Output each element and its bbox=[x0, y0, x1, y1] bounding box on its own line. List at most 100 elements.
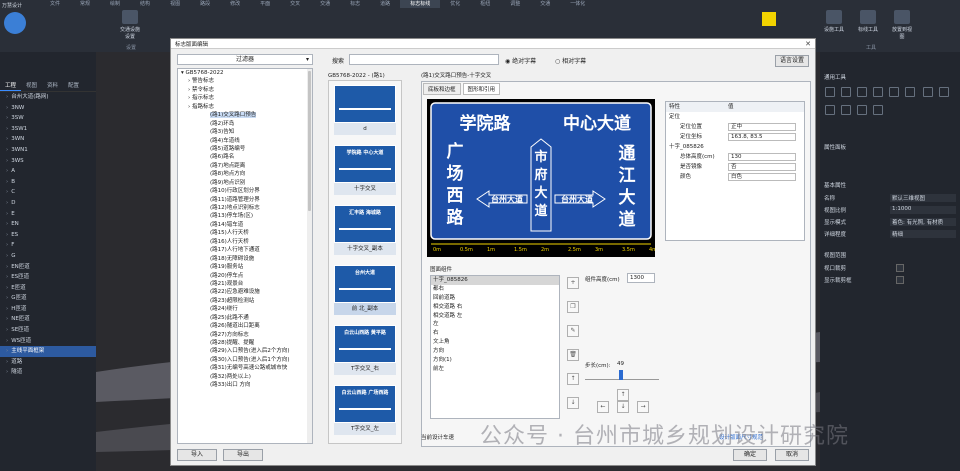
ribbon-tab[interactable]: 标志 bbox=[340, 0, 370, 8]
sign-template-thumb[interactable]: 白云山西路 黄平路 T字交叉_右 bbox=[334, 325, 396, 375]
ribbon-tab[interactable]: 视图 bbox=[160, 0, 190, 8]
chevron-right-icon[interactable]: › bbox=[6, 168, 8, 174]
component-item[interactable]: 相交道路 左 bbox=[431, 312, 559, 321]
nudge-down-icon[interactable]: ↓ bbox=[617, 401, 629, 413]
project-tree-item[interactable]: › D bbox=[0, 198, 96, 209]
project-tree-item[interactable]: › 台州大道(路网) bbox=[0, 92, 96, 103]
chevron-right-icon[interactable]: › bbox=[6, 200, 8, 206]
project-tree-item[interactable]: › 隧道 bbox=[0, 367, 96, 378]
scale-tool-icon[interactable] bbox=[905, 87, 915, 97]
mirror-tool-icon[interactable] bbox=[873, 87, 883, 97]
standard-tree-item[interactable]: › 指路标志 bbox=[178, 103, 312, 111]
project-tree-item[interactable]: › A bbox=[0, 166, 96, 177]
component-item[interactable]: 回前道路 bbox=[431, 294, 559, 303]
chevron-right-icon[interactable]: › bbox=[6, 338, 8, 344]
standard-tree-item[interactable]: (路2)环岛 bbox=[178, 120, 312, 128]
standard-tree-item[interactable]: (路26)隧道出口距离 bbox=[178, 322, 312, 330]
standard-tree-item[interactable]: (路30)入口预告(进入后1个方向) bbox=[178, 356, 312, 364]
project-tree-item[interactable]: › EN bbox=[0, 219, 96, 230]
comp-height-input[interactable]: 1300 bbox=[627, 273, 655, 283]
project-tree-item[interactable]: › WS匝道 bbox=[0, 336, 96, 347]
traffic-settings-button[interactable]: 交通设施设置 bbox=[118, 10, 142, 40]
standard-tree-item[interactable]: (路1)交叉路口预告 bbox=[178, 111, 312, 119]
ribbon-tab[interactable]: 交通 bbox=[530, 0, 560, 8]
nudge-right-icon[interactable]: → bbox=[637, 401, 649, 413]
chevron-right-icon[interactable]: › bbox=[6, 359, 8, 365]
project-tree-item[interactable]: › 3SW bbox=[0, 113, 96, 124]
radio-relative[interactable]: ○ 相对字幕 bbox=[555, 56, 586, 65]
ribbon-tab[interactable]: 绘制 bbox=[100, 0, 130, 8]
standard-tree-item[interactable]: (路27)方向标志 bbox=[178, 331, 312, 339]
sign-preview[interactable]: 学院路 中心大道 广场西路 市府大道 通江大道 台州大道 台州大道 0m 0.5m… bbox=[427, 99, 655, 257]
ribbon-tab[interactable]: 路段 bbox=[190, 0, 220, 8]
ribbon-tab[interactable]: 调整 bbox=[500, 0, 530, 8]
chevron-right-icon[interactable]: › bbox=[6, 242, 8, 248]
chevron-right-icon[interactable]: › bbox=[6, 147, 8, 153]
chevron-right-icon[interactable]: › bbox=[6, 221, 8, 227]
project-tree-item[interactable]: › H匝道 bbox=[0, 304, 96, 315]
chevron-right-icon[interactable]: › bbox=[6, 306, 8, 312]
standard-tree-item[interactable]: (路20)停车点 bbox=[178, 272, 312, 280]
export-button[interactable]: 导出 bbox=[223, 449, 263, 461]
standard-tree-item[interactable]: (路13)停车场(区) bbox=[178, 212, 312, 220]
show-crop-check[interactable]: 显示裁剪框 bbox=[820, 274, 960, 286]
standard-tree[interactable]: ▾ GB5768-2022 › 警告标志 › 禁令标志 › 指示标志 › 指路标志 (路1… bbox=[177, 68, 313, 444]
project-tree-item[interactable]: › C bbox=[0, 187, 96, 198]
nudge-up-icon[interactable]: ↑ bbox=[617, 389, 629, 401]
chevron-right-icon[interactable]: › bbox=[6, 115, 8, 121]
standard-tree-item[interactable]: › 指示标志 bbox=[178, 94, 312, 102]
rotate-tool-icon[interactable] bbox=[857, 87, 867, 97]
component-list[interactable]: 十字_085826 都右 回前道路 相交道路 右相交道路 左左右文上角 方向 方向(1) 前… bbox=[430, 275, 560, 419]
step-slider[interactable] bbox=[585, 370, 659, 380]
component-item[interactable]: 方向 bbox=[431, 347, 559, 356]
chevron-right-icon[interactable]: › bbox=[6, 295, 8, 301]
array-tool-icon[interactable] bbox=[889, 87, 899, 97]
cancel-button[interactable]: 取消 bbox=[775, 449, 809, 461]
crop-view-check[interactable]: 视口裁剪 bbox=[820, 262, 960, 274]
standard-tree-item[interactable]: (路25)此路不通 bbox=[178, 314, 312, 322]
move-tool-icon[interactable] bbox=[825, 87, 835, 97]
chevron-right-icon[interactable]: › bbox=[6, 327, 8, 333]
chevron-right-icon[interactable]: › bbox=[6, 274, 8, 280]
ribbon-tab[interactable]: 优化 bbox=[440, 0, 470, 8]
ribbon-tab[interactable]: 交叉 bbox=[280, 0, 310, 8]
project-tree-item[interactable]: › 道路 bbox=[0, 357, 96, 368]
project-tree-item[interactable]: › B bbox=[0, 177, 96, 188]
component-item[interactable]: 前左 bbox=[431, 365, 559, 374]
standard-tree-item[interactable]: (路16)人行天桥 bbox=[178, 238, 312, 246]
standard-tree-item[interactable]: (路9)地点识别 bbox=[178, 179, 312, 187]
tab-view[interactable]: 视图 bbox=[21, 80, 42, 91]
standard-tree-item[interactable]: (路6)路名 bbox=[178, 153, 312, 161]
marking-tools-button[interactable]: 标线工具 bbox=[856, 10, 880, 40]
tab-config[interactable]: 配置 bbox=[63, 80, 84, 91]
chevron-right-icon[interactable]: › bbox=[6, 232, 8, 238]
project-tree-item[interactable]: › 3NW bbox=[0, 103, 96, 114]
component-item[interactable]: 都右 bbox=[431, 285, 559, 294]
tree-scrollbar[interactable] bbox=[307, 69, 312, 443]
tab-graphics[interactable]: 图形和引用 bbox=[462, 83, 501, 95]
standard-tree-item[interactable]: (路15)人行天桥 bbox=[178, 229, 312, 237]
ribbon-tab[interactable]: 文件 bbox=[40, 0, 70, 8]
split-tool-icon[interactable] bbox=[939, 87, 950, 97]
project-tree-item[interactable]: › EN匝道 bbox=[0, 262, 96, 273]
color-swatch-icon[interactable] bbox=[762, 12, 776, 26]
app-logo[interactable] bbox=[4, 12, 26, 34]
checkbox[interactable] bbox=[896, 264, 904, 272]
chevron-right-icon[interactable]: › bbox=[6, 369, 8, 375]
sign-template-thumb[interactable]: 台州大道前 北_副本 bbox=[334, 265, 396, 315]
trim-tool-icon[interactable] bbox=[923, 87, 934, 97]
standard-tree-item[interactable]: (路31)无编号高速公路或城市快 bbox=[178, 364, 312, 372]
chevron-right-icon[interactable]: › bbox=[6, 105, 8, 111]
search-input[interactable] bbox=[349, 54, 499, 65]
standard-tree-item[interactable]: (路19)服务站 bbox=[178, 263, 312, 271]
component-item[interactable]: 文上角 bbox=[431, 338, 559, 347]
standard-tree-item[interactable]: (路18)无障碍设施 bbox=[178, 255, 312, 263]
project-tree-item[interactable]: › 3WS bbox=[0, 156, 96, 167]
standard-tree-item[interactable]: › 禁令标志 bbox=[178, 86, 312, 94]
import-button[interactable]: 导入 bbox=[177, 449, 217, 461]
chevron-right-icon[interactable]: › bbox=[6, 189, 8, 195]
offset-tool-icon[interactable] bbox=[841, 105, 851, 115]
project-tree-item[interactable]: › 3WN1 bbox=[0, 145, 96, 156]
project-tree-item[interactable]: › ES bbox=[0, 230, 96, 241]
standard-tree-item[interactable]: (路23)超限检测站 bbox=[178, 297, 312, 305]
